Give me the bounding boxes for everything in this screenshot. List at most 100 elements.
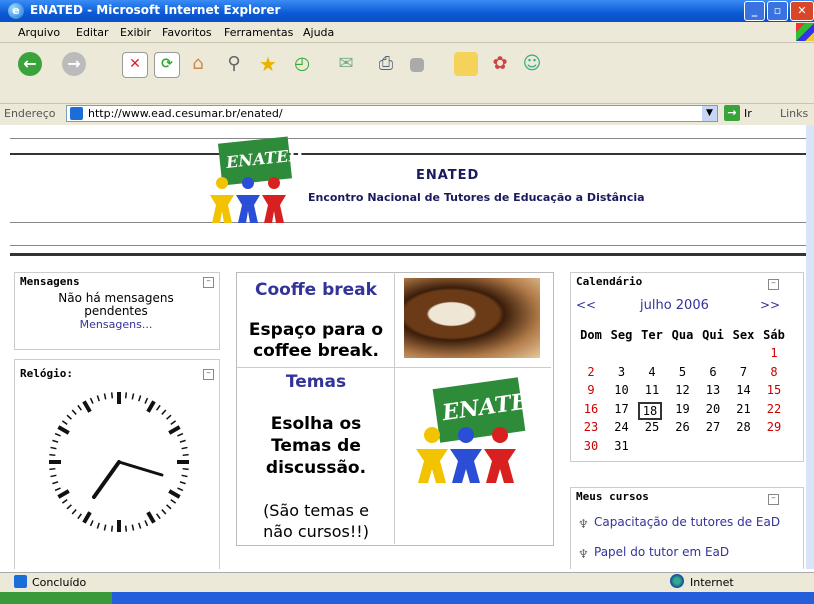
calendar-day[interactable]: 8 [759,365,789,379]
print-icon[interactable]: ⎙ [374,52,398,76]
calendar-day[interactable]: 28 [729,420,759,434]
calendar-day[interactable]: 17 [607,402,637,416]
calendar-day[interactable]: 4 [637,365,667,379]
calendar-next-link[interactable]: >> [760,298,780,312]
calendar-day[interactable]: 24 [607,420,637,434]
calendar-day[interactable]: 25 [637,420,667,434]
calendar-day[interactable]: 1 [759,346,789,360]
messenger-icon[interactable]: ☺ [520,52,544,76]
start-button[interactable] [0,592,112,604]
clock-hour-tick [146,511,156,524]
favorites-icon[interactable]: ★ [256,52,280,76]
menu-editar[interactable]: Editar [76,26,109,39]
search-icon[interactable]: ⚲ [222,52,246,76]
clock-minute-tick [89,520,94,527]
vertical-scrollbar[interactable] [806,125,814,569]
calendar-day[interactable]: 23 [576,420,606,434]
forward-icon[interactable]: → [62,52,86,76]
folder-icon[interactable] [454,52,478,76]
calendar-day[interactable]: 29 [759,420,789,434]
menu-arquivo[interactable]: Arquivo [18,26,60,39]
calendar-prev-link[interactable]: << [576,298,596,312]
menu-favoritos[interactable]: Favoritos [162,26,212,39]
courses-collapse-icon[interactable]: – [768,494,779,505]
calendar-month[interactable]: julho 2006 [640,298,709,313]
messages-link[interactable]: Mensagens... [14,318,218,331]
go-button[interactable]: Ir [744,107,752,120]
clock-minute-tick [161,409,167,415]
calendar-day[interactable]: 14 [729,383,759,397]
clock-minute-tick [50,474,57,478]
calendar-weekday: Qua [671,328,694,342]
clock-hour-tick [168,425,181,435]
clock-collapse-icon[interactable]: – [203,369,214,380]
go-icon[interactable]: → [724,105,740,121]
clock-minute-tick [144,397,149,404]
calendar-day[interactable]: 30 [576,439,606,453]
calendar-day[interactable]: 22 [759,402,789,416]
menu-ajuda[interactable]: Ajuda [303,26,334,39]
calendar-day[interactable]: 13 [698,383,728,397]
menu-ferramentas[interactable]: Ferramentas [224,26,293,39]
calendar-collapse-icon[interactable]: – [768,279,779,290]
calendar-weekday: Dom [580,328,602,342]
calendar-day[interactable]: 27 [698,420,728,434]
calendar-day[interactable]: 3 [607,365,637,379]
address-dropdown-icon[interactable]: ▼ [702,106,717,121]
clock-minute-tick [52,481,59,485]
clock-minute-tick [77,513,82,520]
coffee-title[interactable]: Cooffe break [238,280,394,300]
research-icon[interactable]: ✿ [488,52,512,76]
maximize-button[interactable]: ▫ [767,1,788,21]
course-link-1[interactable]: Capacitação de tutores de EaD [594,515,794,529]
back-icon[interactable]: ← [18,52,42,76]
clock-minute-tick [50,446,57,450]
refresh-icon[interactable]: ⟳ [154,52,180,78]
links-button[interactable]: Links [780,107,808,120]
clock-minute-tick [138,395,142,402]
ie-logo-icon: e [8,3,24,19]
calendar-day[interactable]: 31 [607,439,637,453]
clock-hour-hand [92,460,121,499]
address-label: Endereço [4,107,56,120]
mail-icon[interactable]: ✉ [334,52,358,76]
coffee-image [404,278,540,358]
calendar-day[interactable]: 26 [668,420,698,434]
calendar-title: Calendário [576,275,643,288]
page-viewport: ENATED ENATED Encontro Nacional de Tutor… [10,125,806,569]
messages-collapse-icon[interactable]: – [203,277,214,288]
clock-minute-tick [181,474,188,478]
minimize-button[interactable]: _ [744,1,765,21]
calendar-day[interactable]: 7 [729,365,759,379]
themes-title[interactable]: Temas [238,372,394,392]
calendar-day-today[interactable]: 18 [638,401,662,420]
clock-minute-tick [110,525,114,532]
calendar-day[interactable]: 20 [698,402,728,416]
menu-exibir[interactable]: Exibir [120,26,151,39]
calendar-day[interactable]: 21 [729,402,759,416]
messages-title: Mensagens [20,275,80,288]
calendar-day[interactable]: 9 [576,383,606,397]
clock-minute-tick [181,446,188,450]
history-icon[interactable]: ◴ [290,52,314,76]
edit-icon[interactable] [410,58,424,72]
calendar-day[interactable]: 12 [668,383,698,397]
window-title: ENATED - Microsoft Internet Explorer [30,3,281,17]
clock-minute-tick [96,395,100,402]
home-icon[interactable]: ⌂ [186,52,210,76]
calendar-day[interactable]: 6 [698,365,728,379]
clock-minute-tick [96,522,100,529]
calendar-day[interactable]: 19 [668,402,698,416]
course-link-2[interactable]: Papel do tutor em EaD [594,545,729,559]
clock-minute-tick [177,487,184,492]
address-url[interactable]: http://www.ead.cesumar.br/enated/ [88,107,283,120]
calendar-day[interactable]: 2 [576,365,606,379]
calendar-day[interactable]: 16 [576,402,606,416]
stop-icon[interactable]: ✕ [122,52,148,78]
calendar-day[interactable]: 11 [637,383,667,397]
calendar-day[interactable]: 15 [759,383,789,397]
calendar-day[interactable]: 10 [607,383,637,397]
close-button[interactable]: ✕ [790,1,814,21]
course-icon: ♆ [578,547,589,561]
calendar-day[interactable]: 5 [668,365,698,379]
